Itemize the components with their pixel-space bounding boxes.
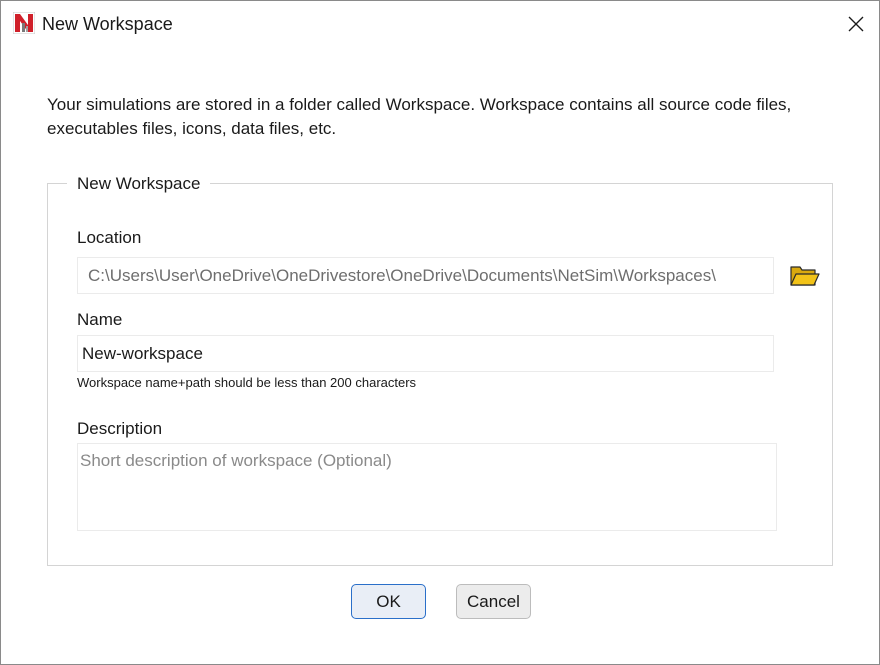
intro-text: Your simulations are stored in a folder … xyxy=(47,95,792,138)
window-title: New Workspace xyxy=(42,14,173,34)
location-label: Location xyxy=(77,228,142,247)
title-bar: New Workspace xyxy=(1,1,879,47)
folder-open-icon xyxy=(790,266,820,286)
new-workspace-dialog: New Workspace Your simulations are store… xyxy=(0,0,880,665)
netsim-logo-icon xyxy=(13,12,35,34)
description-field[interactable] xyxy=(77,443,777,531)
cancel-button[interactable]: Cancel xyxy=(456,584,531,619)
browse-folder-button[interactable] xyxy=(789,263,821,289)
ok-button[interactable]: OK xyxy=(351,584,426,619)
group-legend: New Workspace xyxy=(67,173,211,195)
name-label: Name xyxy=(77,310,123,329)
location-field[interactable] xyxy=(77,257,774,294)
name-hint: Workspace name+path should be less than … xyxy=(77,375,417,390)
close-button[interactable] xyxy=(839,7,873,41)
name-field[interactable] xyxy=(77,335,774,372)
description-label: Description xyxy=(77,419,163,438)
close-icon xyxy=(848,16,864,32)
